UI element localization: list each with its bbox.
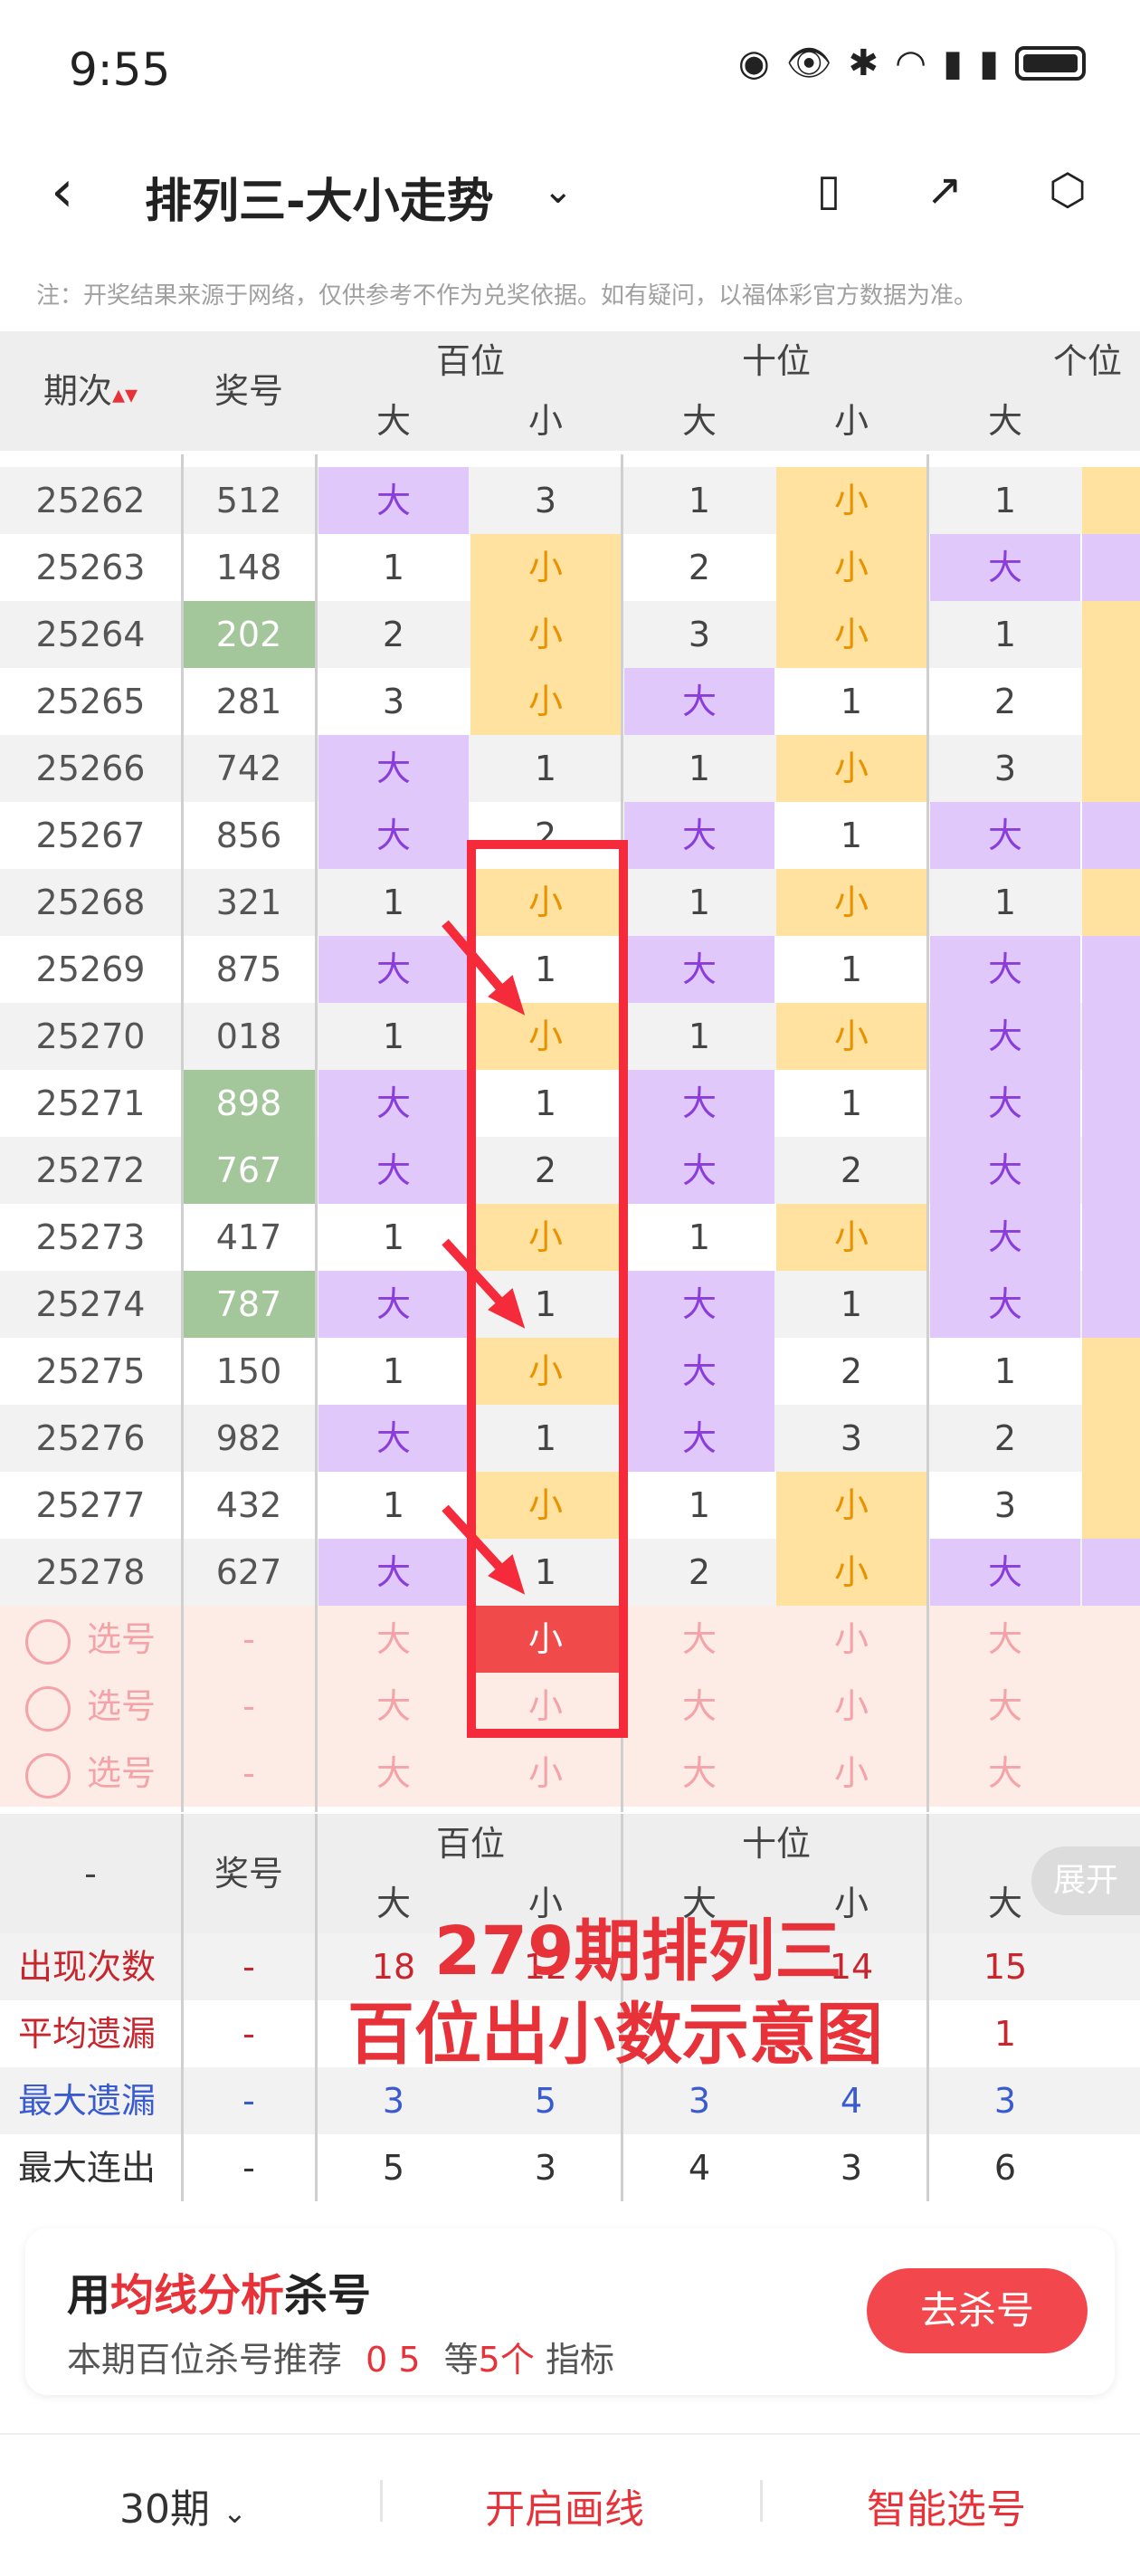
stats-row: 最大连出 - 5 3 4 3 6 bbox=[0, 2134, 1140, 2201]
stats-value: 5 bbox=[382, 2148, 405, 2188]
stats-value: 3 bbox=[534, 2148, 557, 2188]
stats-value: 4 bbox=[688, 2148, 711, 2188]
stats-value: 15 bbox=[983, 1947, 1028, 1987]
stats-value: 1 bbox=[993, 2014, 1017, 2054]
stats-value: 3 bbox=[840, 2148, 863, 2188]
stats-dash: - bbox=[242, 2014, 255, 2054]
column-divider bbox=[315, 1814, 318, 2201]
kill-number-button[interactable]: 去杀号 bbox=[867, 2268, 1088, 2353]
stats-value: 3 bbox=[382, 2081, 405, 2121]
stats-number-header: 奖号 bbox=[214, 1854, 283, 1894]
smart-select-button[interactable]: 智能选号 bbox=[867, 2476, 1026, 2534]
stats-dash: - bbox=[242, 2081, 255, 2121]
stats-dash: - bbox=[242, 2148, 255, 2188]
column-divider bbox=[181, 1814, 184, 2201]
stats-value: 3 bbox=[688, 2081, 711, 2121]
stats-label: 平均遗漏 bbox=[18, 2014, 157, 2054]
stats-row: 最大遗漏 - 3 5 3 4 3 bbox=[0, 2067, 1140, 2134]
promo-card[interactable]: 用均线分析杀号 本期百位杀号推荐 0 5 等5个 指标 去杀号 bbox=[25, 2228, 1115, 2395]
annotation-line2: 百位出小数示意图 bbox=[347, 1996, 883, 2074]
stats-value: 6 bbox=[993, 2148, 1017, 2188]
stats-value: 3 bbox=[993, 2081, 1017, 2121]
promo-title: 用均线分析杀号 bbox=[67, 2270, 372, 2321]
annotation-line1: 279期排列三 bbox=[434, 1913, 842, 1990]
stats-label: 最大遗漏 bbox=[18, 2081, 157, 2121]
bottom-bar: 30期 ⌄ 开启画线 智能选号 bbox=[0, 2433, 1140, 2576]
stats-value: 4 bbox=[840, 2081, 863, 2121]
stats-label: 最大连出 bbox=[18, 2148, 157, 2188]
promo-desc: 本期百位杀号推荐 0 5 等5个 指标 bbox=[67, 2340, 614, 2380]
stats-dash: - bbox=[84, 1854, 97, 1894]
stats-value: 5 bbox=[534, 2081, 557, 2121]
stats-dash: - bbox=[242, 1947, 255, 1987]
column-divider bbox=[926, 1814, 929, 2201]
stats-group-header: 十位 bbox=[741, 1824, 811, 1864]
stats-subheader-cell: 大 bbox=[987, 1884, 1022, 1923]
stats-label: 出现次数 bbox=[18, 1947, 157, 1987]
chevron-down-icon: ⌄ bbox=[223, 2495, 247, 2530]
draw-line-button[interactable]: 开启画线 bbox=[485, 2476, 644, 2534]
period-selector[interactable]: 30期 ⌄ bbox=[119, 2476, 247, 2534]
stats-group-header: 百位 bbox=[435, 1824, 505, 1864]
